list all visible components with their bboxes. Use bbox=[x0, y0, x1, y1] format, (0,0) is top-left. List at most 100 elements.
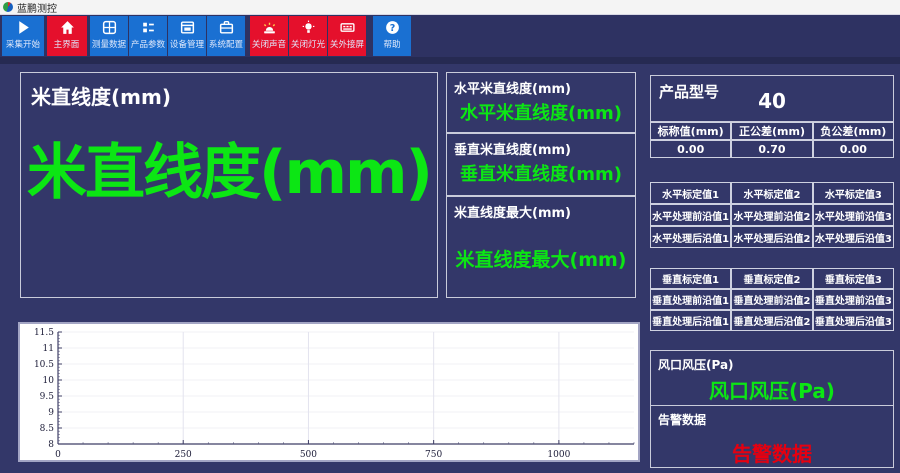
tolerance-value-cell: 0.00 bbox=[650, 140, 731, 158]
table-cell: 垂直标定值1 bbox=[650, 268, 731, 289]
max-straightness-title: 米直线度最大(mm) bbox=[447, 197, 635, 221]
table-cell: 垂直处理前沿值1 bbox=[650, 289, 731, 310]
toolbar-button-label: 关闭声音 bbox=[252, 37, 286, 49]
tolerance-value-cell: 0.70 bbox=[731, 140, 812, 158]
svg-text:9.5: 9.5 bbox=[40, 392, 55, 402]
toolbar-button-label: 设备管理 bbox=[170, 37, 204, 49]
meter-straightness-title: 米直线度(mm) bbox=[21, 73, 437, 110]
siren-icon bbox=[261, 19, 278, 36]
svg-text:11: 11 bbox=[43, 344, 54, 354]
table-cell: 垂直处理后沿值1 bbox=[650, 310, 731, 331]
title-bar: 蓝鹏测控 bbox=[0, 0, 900, 15]
svg-text:1000: 1000 bbox=[547, 450, 570, 460]
alarm-data-title: 告警数据 bbox=[651, 406, 893, 428]
data-grid-icon bbox=[101, 19, 118, 36]
toolbar-button-start-collect[interactable]: 采集开始 bbox=[2, 16, 44, 56]
svg-text:8: 8 bbox=[48, 440, 54, 450]
toolbar-button-label: 关外接屏 bbox=[330, 37, 364, 49]
table-cell: 水平标定值3 bbox=[813, 182, 894, 204]
toolbar-button-close-sound[interactable]: 关闭声音 bbox=[250, 16, 288, 56]
wind-pressure-title: 风口风压(Pa) bbox=[651, 351, 893, 373]
toolbar-button-label: 帮助 bbox=[383, 37, 400, 49]
alarm-data-section: 告警数据 告警数据 bbox=[651, 406, 893, 467]
svg-text:0: 0 bbox=[55, 450, 61, 460]
table-cell: 水平处理后沿值3 bbox=[813, 226, 894, 248]
table-cell: 垂直处理前沿值2 bbox=[731, 289, 812, 310]
device-window-icon bbox=[179, 19, 196, 36]
svg-text:?: ? bbox=[389, 23, 395, 34]
svg-text:8.5: 8.5 bbox=[40, 424, 55, 434]
vertical-straightness-value: 垂直米直线度(mm) bbox=[447, 160, 635, 186]
svg-text:750: 750 bbox=[425, 450, 442, 460]
toolbar-divider bbox=[0, 57, 900, 64]
vertical-straightness-panel: 垂直米直线度(mm) 垂直米直线度(mm) bbox=[446, 133, 636, 196]
toolbar-button-close-light[interactable]: 关闭灯光 bbox=[289, 16, 327, 56]
system-config-icon bbox=[218, 19, 235, 36]
table-cell: 水平标定值2 bbox=[731, 182, 812, 204]
toolbar-button-label: 测量数据 bbox=[92, 37, 126, 49]
toolbar-button-device-manage[interactable]: 设备管理 bbox=[168, 16, 206, 56]
toolbar: 采集开始 主界面 测量数据 产品参数 bbox=[0, 15, 900, 57]
table-cell: 垂直处理后沿值2 bbox=[731, 310, 812, 331]
table-cell: 垂直标定值3 bbox=[813, 268, 894, 289]
table-cell: 水平处理前沿值1 bbox=[650, 204, 731, 226]
table-cell: 水平处理前沿值2 bbox=[731, 204, 812, 226]
light-bulb-icon bbox=[300, 19, 317, 36]
svg-text:10.5: 10.5 bbox=[34, 360, 54, 370]
toolbar-button-label: 主界面 bbox=[54, 37, 80, 49]
tolerance-table: 标称值(mm) 正公差(mm) 负公差(mm) 0.00 0.70 0.00 bbox=[650, 122, 894, 158]
horizontal-calibration-table: 水平标定值1 水平标定值2 水平标定值3 水平处理前沿值1 水平处理前沿值2 水… bbox=[650, 182, 894, 248]
table-cell: 垂直处理后沿值3 bbox=[813, 310, 894, 331]
table-cell: 水平处理前沿值3 bbox=[813, 204, 894, 226]
product-model-panel: 产品型号 40 bbox=[650, 75, 894, 122]
vertical-calibration-table: 垂直标定值1 垂直标定值2 垂直标定值3 垂直处理前沿值1 垂直处理前沿值2 垂… bbox=[650, 268, 894, 331]
svg-text:10: 10 bbox=[43, 376, 55, 386]
toolbar-button-external-screen[interactable]: 关外接屏 bbox=[328, 16, 366, 56]
table-cell: 垂直处理前沿值3 bbox=[813, 289, 894, 310]
tolerance-header-cell: 标称值(mm) bbox=[650, 122, 731, 140]
table-cell: 水平标定值1 bbox=[650, 182, 731, 204]
tolerance-value-cell: 0.00 bbox=[813, 140, 894, 158]
app-logo-icon bbox=[3, 2, 13, 12]
table-cell: 垂直标定值2 bbox=[731, 268, 812, 289]
toolbar-button-product-params[interactable]: 产品参数 bbox=[129, 16, 167, 56]
horizontal-straightness-value: 水平米直线度(mm) bbox=[447, 99, 635, 125]
toolbar-button-label: 产品参数 bbox=[131, 37, 165, 49]
measurement-chart: 8 8.5 9 9.5 10 10.5 11 11.5 0 250 500 750 1000 bbox=[18, 322, 640, 462]
svg-text:11.5: 11.5 bbox=[34, 328, 54, 338]
help-icon: ? bbox=[384, 19, 401, 36]
table-cell: 水平处理后沿值1 bbox=[650, 226, 731, 248]
product-model-value: 40 bbox=[651, 89, 893, 113]
tolerance-header-cell: 负公差(mm) bbox=[813, 122, 894, 140]
window-title: 蓝鹏测控 bbox=[17, 0, 57, 15]
horizontal-straightness-title: 水平米直线度(mm) bbox=[447, 73, 635, 97]
home-icon bbox=[59, 19, 76, 36]
wind-pressure-section: 风口风压(Pa) 风口风压(Pa) bbox=[651, 351, 893, 406]
toolbar-button-help[interactable]: ? 帮助 bbox=[373, 16, 411, 56]
max-straightness-panel: 米直线度最大(mm) 米直线度最大(mm) bbox=[446, 196, 636, 298]
toolbar-button-system-config[interactable]: 系统配置 bbox=[207, 16, 245, 56]
toolbar-button-label: 系统配置 bbox=[209, 37, 243, 49]
toolbar-button-main-screen[interactable]: 主界面 bbox=[47, 16, 87, 56]
svg-text:9: 9 bbox=[48, 408, 54, 418]
product-params-icon bbox=[140, 19, 157, 36]
external-screen-icon bbox=[339, 19, 356, 36]
chart-plot-area: 8 8.5 9 9.5 10 10.5 11 11.5 0 250 500 750 1000 bbox=[20, 324, 638, 460]
alarm-data-value: 告警数据 bbox=[651, 438, 893, 467]
app-window: 蓝鹏测控 采集开始 主界面 测量数据 bbox=[0, 0, 900, 473]
toolbar-button-measure-data[interactable]: 测量数据 bbox=[90, 16, 128, 56]
table-cell: 水平处理后沿值2 bbox=[731, 226, 812, 248]
toolbar-button-label: 采集开始 bbox=[6, 37, 40, 49]
play-icon bbox=[15, 19, 32, 36]
wind-pressure-value: 风口风压(Pa) bbox=[651, 375, 893, 404]
vertical-straightness-title: 垂直米直线度(mm) bbox=[447, 134, 635, 158]
toolbar-button-label: 关闭灯光 bbox=[291, 37, 325, 49]
wind-alarm-panel: 风口风压(Pa) 风口风压(Pa) 告警数据 告警数据 bbox=[650, 350, 894, 468]
meter-straightness-value: 米直线度(mm) bbox=[21, 124, 437, 211]
max-straightness-value: 米直线度最大(mm) bbox=[447, 245, 635, 272]
svg-text:500: 500 bbox=[300, 450, 317, 460]
tolerance-header-cell: 正公差(mm) bbox=[731, 122, 812, 140]
horizontal-straightness-panel: 水平米直线度(mm) 水平米直线度(mm) bbox=[446, 72, 636, 133]
meter-straightness-panel: 米直线度(mm) 米直线度(mm) bbox=[20, 72, 438, 298]
svg-text:250: 250 bbox=[175, 450, 192, 460]
